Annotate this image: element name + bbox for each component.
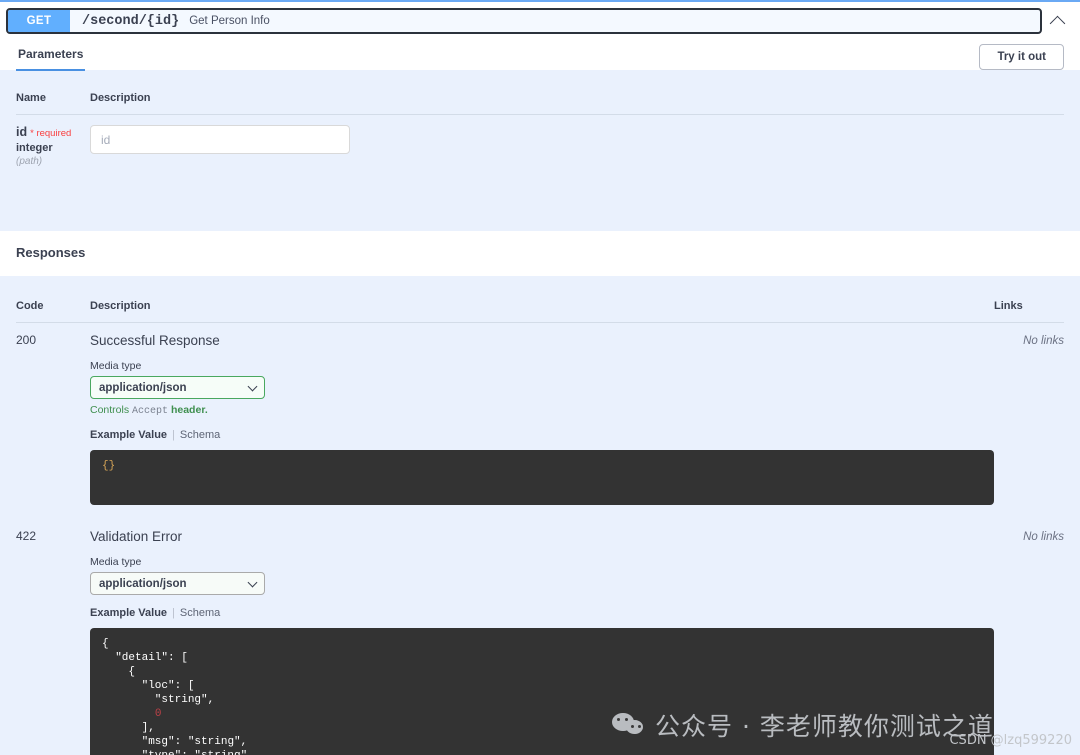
chevron-up-icon (1049, 15, 1065, 31)
parameter-location: (path) (16, 156, 43, 167)
media-type-label: Media type (90, 556, 142, 568)
parameter-input-cell (90, 115, 1064, 182)
collapse-operation-button[interactable] (1042, 8, 1072, 34)
tab-separator: | (172, 607, 175, 619)
operation-summary-text: Get Person Info (189, 15, 270, 27)
response-links-200: No links (994, 323, 1064, 520)
example-code-block-422[interactable]: { "detail": [ { "loc": [ "string", 0 ], … (90, 628, 994, 755)
media-type-select-wrap-200[interactable]: application/json (90, 376, 265, 399)
no-links-text: No links (1023, 335, 1064, 347)
column-header-links: Links (994, 292, 1064, 323)
media-type-label: Media type (90, 360, 142, 372)
example-code-block-200[interactable]: {} (90, 450, 994, 505)
column-header-code: Code (16, 292, 90, 323)
table-row: id * required integer (path) (16, 115, 1064, 182)
no-links-text: No links (1023, 531, 1064, 543)
response-code-value: 422 (16, 529, 37, 543)
parameters-section: Name Description id * required integer (p… (0, 70, 1080, 187)
example-tabs-422: Example Value | Schema (90, 607, 994, 619)
response-details-200: Successful Response Media type applicati… (90, 323, 994, 520)
swagger-operation-panel: GET /second/{id} Get Person Info Paramet… (0, 0, 1080, 755)
parameters-table: Name Description id * required integer (p… (16, 84, 1064, 181)
example-code-text: {} (102, 460, 116, 472)
response-details-422: Validation Error Media type application/… (90, 519, 994, 755)
tab-example-value[interactable]: Example Value (90, 607, 167, 619)
table-row: 200 Successful Response Media type appli… (16, 323, 1064, 520)
tab-example-value[interactable]: Example Value (90, 429, 167, 441)
responses-section: Code Description Links 200 Successful Re… (0, 276, 1080, 755)
response-code-422: 422 (16, 519, 90, 755)
parameter-type: integer (16, 142, 53, 154)
operation-path: /second/{id} (82, 13, 180, 29)
parameters-header-row: Name Description (16, 84, 1064, 115)
response-description: Validation Error (90, 529, 183, 544)
parameter-meta-cell: id * required integer (path) (16, 115, 90, 182)
responses-title: Responses (16, 245, 86, 260)
controls-note-suffix: header. (170, 404, 208, 416)
parameter-name-line: id * required (16, 125, 90, 139)
media-type-select-200[interactable]: application/json (90, 376, 265, 399)
response-code-value: 200 (16, 333, 37, 347)
responses-title-band: Responses (0, 231, 1080, 276)
controls-note-header-name: Accept (132, 406, 169, 417)
csdn-watermark: CSDN @lzq599220 (949, 733, 1072, 748)
media-type-select-422[interactable]: application/json (90, 572, 265, 595)
response-links-422: No links (994, 519, 1064, 755)
controls-accept-note: Controls Accept header. (90, 404, 994, 417)
parameter-id-input[interactable] (90, 125, 350, 154)
tab-separator: | (172, 429, 175, 441)
tab-schema[interactable]: Schema (180, 607, 220, 619)
operation-summary[interactable]: GET /second/{id} Get Person Info (6, 8, 1042, 34)
responses-table: Code Description Links 200 Successful Re… (16, 292, 1064, 755)
http-method-badge: GET (8, 10, 70, 32)
parameter-name: id (16, 125, 28, 139)
tab-schema[interactable]: Schema (180, 429, 220, 441)
parameters-tab-row: Parameters (0, 40, 1080, 71)
controls-note-prefix: Controls (90, 404, 130, 416)
operation-body: Parameters Name Description id * required (0, 40, 1080, 755)
parameters-spacer (0, 187, 1080, 231)
column-header-description: Description (90, 84, 1064, 115)
responses-header-row: Code Description Links (16, 292, 1064, 323)
column-header-description: Description (90, 292, 994, 323)
response-code-200: 200 (16, 323, 90, 520)
media-type-select-wrap-422[interactable]: application/json (90, 572, 265, 595)
tab-parameters[interactable]: Parameters (16, 40, 86, 71)
try-it-out-button[interactable]: Try it out (979, 44, 1064, 70)
operation-header[interactable]: GET /second/{id} Get Person Info (0, 0, 1080, 40)
column-header-name: Name (16, 84, 90, 115)
example-tabs-200: Example Value | Schema (90, 429, 994, 441)
table-row: 422 Validation Error Media type applicat… (16, 519, 1064, 755)
parameter-required-badge: * required (30, 128, 72, 139)
response-description: Successful Response (90, 333, 220, 348)
